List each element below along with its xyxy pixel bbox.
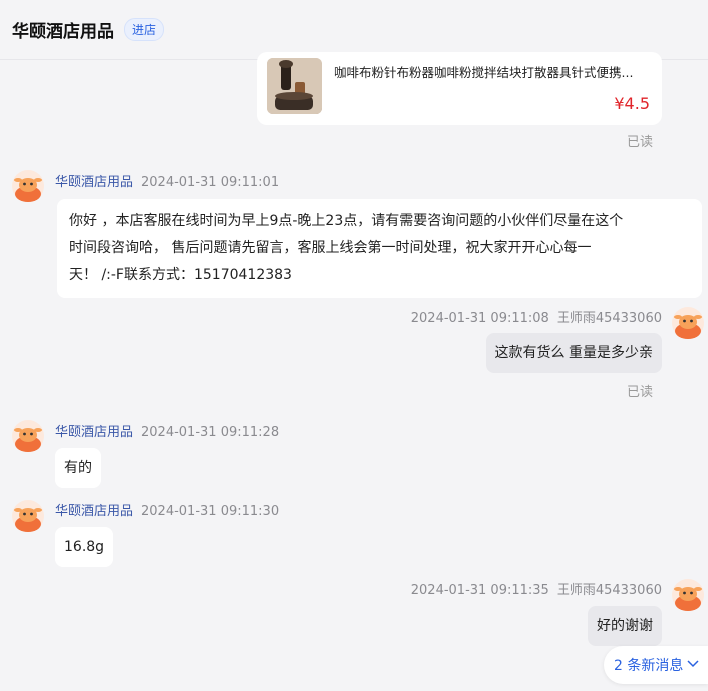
user-avatar[interactable]	[672, 307, 704, 339]
sender-name[interactable]: 华颐酒店用品	[55, 175, 133, 190]
new-messages-label: 2 条新消息	[614, 658, 684, 674]
chevron-down-icon	[687, 657, 699, 673]
timestamp: 2024-01-31 09:11:35	[410, 583, 549, 598]
read-status: 已读	[627, 385, 654, 400]
message-meta: 2024-01-31 09:11:08 王师雨45433060	[411, 307, 662, 326]
message-bubble: 你好 ，本店客服在线时间为早上9点-晚上23点，请有需要咨询问题的小伙伴们尽量在…	[57, 199, 702, 298]
message-meta: 华颐酒店用品 2024-01-31 09:11:01	[55, 171, 279, 190]
enter-store-button[interactable]: 进店	[124, 18, 165, 41]
message-meta: 2024-01-31 09:11:35 王师雨45433060	[411, 579, 662, 598]
read-status: 已读	[627, 135, 654, 150]
message-bubble: 16.8g	[55, 527, 114, 567]
message-line: 天！ /:-F联系方式：15170412383	[69, 267, 292, 283]
sender-name: 王师雨45433060	[556, 311, 662, 326]
product-card[interactable]: 咖啡布粉针布粉器咖啡粉搅拌结块打散器具针式便携... ¥4.5	[257, 52, 662, 125]
new-messages-button[interactable]: 2 条新消息	[604, 646, 708, 684]
timestamp: 2024-01-31 09:11:01	[141, 175, 280, 190]
message-bubble: 好的谢谢	[588, 606, 662, 646]
message-meta: 华颐酒店用品 2024-01-31 09:11:30	[55, 500, 279, 519]
sender-name[interactable]: 华颐酒店用品	[55, 425, 133, 440]
chat-header: 华颐酒店用品 进店	[0, 0, 708, 60]
message-meta: 华颐酒店用品 2024-01-31 09:11:28	[55, 421, 279, 440]
shop-name: 华颐酒店用品	[12, 22, 114, 42]
message-bubble: 有的	[55, 448, 101, 488]
shop-avatar[interactable]	[12, 420, 44, 452]
user-avatar[interactable]	[672, 579, 704, 611]
product-image	[267, 58, 322, 114]
shop-avatar[interactable]	[12, 500, 44, 532]
sender-name[interactable]: 华颐酒店用品	[55, 504, 133, 519]
message-line: 你好 ，本店客服在线时间为早上9点-晚上23点，请有需要咨询问题的小伙伴们尽量在…	[69, 213, 624, 229]
sender-name: 王师雨45433060	[556, 583, 662, 598]
timestamp: 2024-01-31 09:11:28	[141, 425, 280, 440]
product-title: 咖啡布粉针布粉器咖啡粉搅拌结块打散器具针式便携...	[334, 65, 634, 80]
product-price: ¥4.5	[614, 94, 650, 113]
timestamp: 2024-01-31 09:11:30	[141, 504, 280, 519]
message-bubble: 这款有货么 重量是多少亲	[485, 333, 662, 373]
message-line: 时间段咨询哈， 售后问题请先留言，客服上线会第一时间处理，祝大家开开心心每一	[69, 240, 592, 256]
shop-avatar[interactable]	[12, 170, 44, 202]
timestamp: 2024-01-31 09:11:08	[410, 311, 549, 326]
